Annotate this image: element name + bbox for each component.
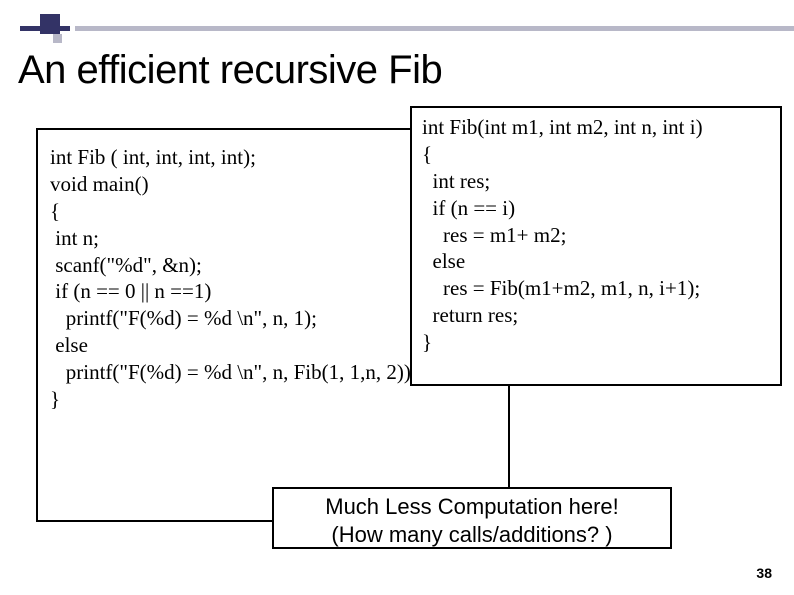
code-line: }	[422, 329, 770, 356]
page-number: 38	[756, 565, 772, 581]
header-square-large	[40, 14, 60, 34]
note-line-1: Much Less Computation here!	[282, 493, 662, 521]
code-line: }	[50, 386, 496, 413]
slide-title: An efficient recursive Fib	[18, 48, 442, 93]
code-line: res = Fib(m1+m2, m1, n, i+1);	[422, 275, 770, 302]
code-line: int res;	[422, 168, 770, 195]
code-line: res = m1+ m2;	[422, 222, 770, 249]
code-line: if (n == i)	[422, 195, 770, 222]
note-box: Much Less Computation here! (How many ca…	[272, 487, 672, 549]
code-line: int Fib(int m1, int m2, int n, int i)	[422, 114, 770, 141]
header-square-small	[53, 34, 62, 43]
header-divider-bar	[75, 26, 794, 31]
code-line: return res;	[422, 302, 770, 329]
code-line: {	[422, 141, 770, 168]
note-line-2: (How many calls/additions? )	[282, 521, 662, 549]
code-box-right: int Fib(int m1, int m2, int n, int i) { …	[410, 106, 782, 386]
code-line: else	[422, 248, 770, 275]
